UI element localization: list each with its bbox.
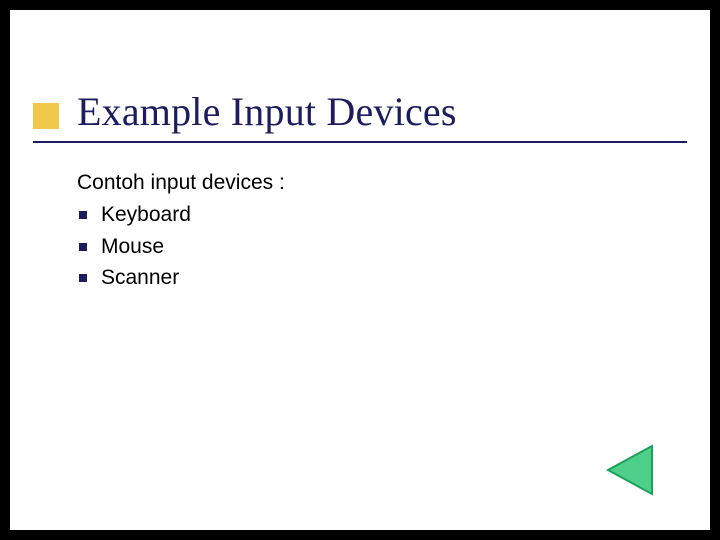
bullet-icon <box>79 243 87 251</box>
list-item-label: Keyboard <box>101 200 191 230</box>
list-item-label: Mouse <box>101 232 164 262</box>
list-item: Mouse <box>77 232 285 262</box>
arrow-left-icon <box>602 442 658 498</box>
back-button[interactable] <box>602 442 658 498</box>
bullet-icon <box>79 211 87 219</box>
slide: Example Input Devices Contoh input devic… <box>10 10 710 530</box>
list-item: Keyboard <box>77 200 285 230</box>
list-item-label: Scanner <box>101 263 179 293</box>
slide-body: Contoh input devices : Keyboard Mouse Sc… <box>77 168 285 295</box>
title-underline <box>33 141 687 143</box>
slide-title: Example Input Devices <box>77 88 457 135</box>
list-item: Scanner <box>77 263 285 293</box>
accent-square <box>33 103 59 129</box>
intro-text: Contoh input devices : <box>77 168 285 198</box>
bullet-icon <box>79 274 87 282</box>
